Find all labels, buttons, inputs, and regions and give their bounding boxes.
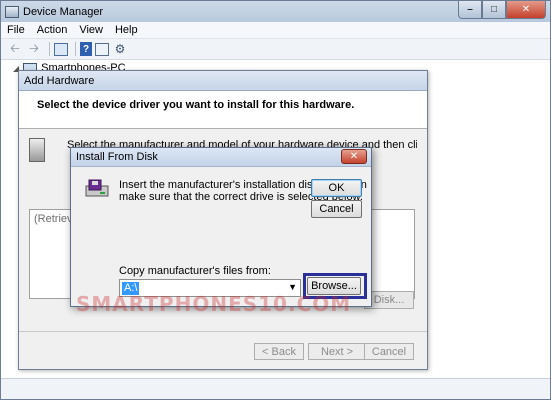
device-manager-titlebar[interactable]: Device Manager – □ ✕ (1, 1, 550, 22)
back-arrow-icon[interactable]: 🡠 (7, 41, 23, 57)
instruction-line-1: Insert the manufacturer's installation d… (119, 179, 367, 191)
add-hardware-titlebar[interactable]: Add Hardware (19, 71, 427, 91)
minimize-button[interactable]: – (458, 1, 482, 19)
wizard-header: Select the device driver you want to ins… (19, 91, 427, 129)
wizard-cancel-button[interactable]: Cancel (364, 343, 414, 360)
menu-file[interactable]: File (7, 24, 25, 36)
install-from-disk-title: Install From Disk (76, 151, 158, 163)
next-button[interactable]: Next > (308, 343, 366, 360)
scan-hardware-icon[interactable]: ⚙ (112, 41, 128, 57)
hardware-device-icon (29, 138, 45, 162)
close-button[interactable]: ✕ (506, 1, 546, 19)
forward-arrow-icon[interactable]: 🡢 (26, 41, 42, 57)
floppy-drive-icon (85, 179, 109, 197)
ok-button[interactable]: OK (311, 179, 362, 197)
maximize-button[interactable]: □ (482, 1, 506, 19)
device-manager-icon (5, 5, 19, 18)
wizard-header-text: Select the device driver you want to ins… (37, 99, 355, 111)
menu-help[interactable]: Help (115, 24, 138, 36)
menu-bar: File Action View Help (1, 22, 550, 39)
status-bar (1, 378, 550, 399)
toolbar-separator (49, 42, 50, 56)
instruction-line-2: make sure that the correct drive is sele… (119, 191, 363, 203)
add-hardware-title: Add Hardware (24, 74, 95, 87)
install-from-disk-dialog: Install From Disk ✕ Insert the manufactu… (70, 147, 372, 307)
window-caption-buttons: – □ ✕ (458, 1, 546, 19)
properties-icon[interactable] (95, 42, 109, 56)
back-button[interactable]: < Back (254, 343, 304, 360)
dialog-close-button[interactable]: ✕ (341, 149, 367, 164)
dialog-cancel-button[interactable]: Cancel (311, 200, 362, 218)
help-icon[interactable]: ? (80, 42, 92, 56)
wizard-separator (19, 331, 427, 332)
dropdown-arrow-icon[interactable]: ▼ (288, 282, 297, 292)
menu-view[interactable]: View (79, 24, 103, 36)
toolbar: 🡠 🡢 ? ⚙ (1, 39, 550, 60)
menu-action[interactable]: Action (37, 24, 68, 36)
dialog-instruction: Insert the manufacturer's installation d… (119, 179, 367, 203)
copy-from-label: Copy manufacturer's files from: (119, 265, 271, 277)
show-hide-tree-icon[interactable] (54, 42, 68, 56)
device-manager-title: Device Manager (23, 5, 104, 18)
install-from-disk-titlebar[interactable]: Install From Disk ✕ (71, 148, 371, 167)
watermark: SMARTPHONES10.COM (76, 292, 352, 316)
toolbar-separator (75, 42, 76, 56)
